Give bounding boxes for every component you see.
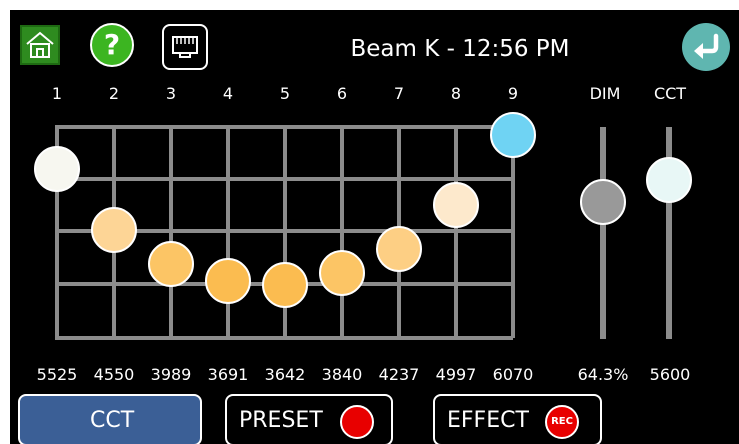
dim-slider-knob[interactable]: [580, 179, 626, 226]
channel-knob-8[interactable]: [433, 182, 479, 229]
channel-knob-5[interactable]: [262, 262, 308, 309]
channel-value-1: 5525: [36, 365, 78, 384]
dim-value: 64.3%: [577, 365, 629, 384]
effect-button[interactable]: EFFECT REC: [433, 394, 602, 444]
record-dot-icon: [340, 405, 374, 439]
preset-label: PRESET: [239, 408, 323, 433]
channel-knob-1[interactable]: [34, 146, 80, 193]
rec-badge-label: REC: [551, 416, 573, 427]
channel-knob-4[interactable]: [205, 258, 251, 305]
cct-value: 5600: [649, 365, 691, 384]
dim-slider-track[interactable]: [600, 127, 606, 339]
channel-value-9: 6070: [492, 365, 534, 384]
channel-knob-3[interactable]: [148, 241, 194, 288]
channel-value-8: 4997: [435, 365, 477, 384]
cct-slider-knob[interactable]: [646, 156, 692, 203]
channel-knob-6[interactable]: [319, 249, 365, 296]
channel-value-4: 3691: [207, 365, 249, 384]
preset-button[interactable]: PRESET: [225, 394, 393, 444]
channel-value-5: 3642: [264, 365, 306, 384]
device-screen: ? Beam K - 12:56 PM 123456789 DIM CCT 55…: [10, 10, 739, 444]
channel-value-7: 4237: [378, 365, 420, 384]
effect-label: EFFECT: [447, 408, 529, 433]
cct-mode-label: CCT: [90, 408, 135, 433]
rec-badge-icon: REC: [545, 405, 579, 439]
cct-mode-button[interactable]: CCT: [18, 394, 202, 444]
channel-value-6: 3840: [321, 365, 363, 384]
channel-value-2: 4550: [93, 365, 135, 384]
channel-value-3: 3989: [150, 365, 192, 384]
